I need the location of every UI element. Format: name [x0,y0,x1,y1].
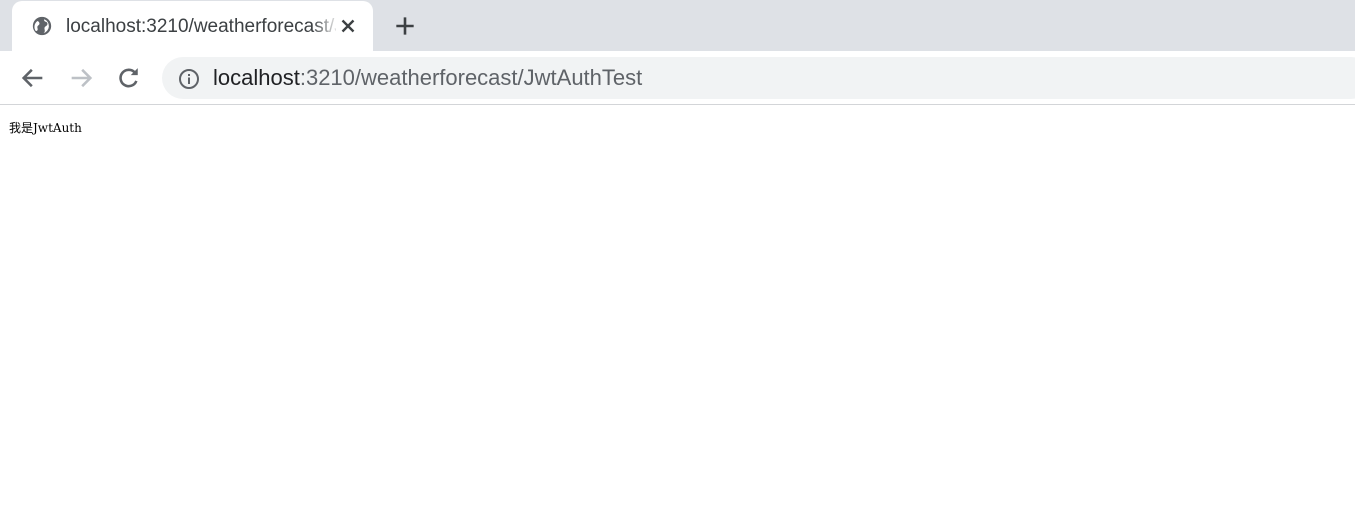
page-content: 我是JwtAuth [0,106,1355,509]
info-icon[interactable] [177,67,201,91]
address-bar[interactable]: localhost:3210/weatherforecast/JwtAuthTe… [162,57,1355,99]
browser-tab[interactable]: localhost:3210/weatherforecast/JwtAuthTe… [12,1,373,51]
tab-title: localhost:3210/weatherforecast/JwtAuthTe… [66,16,336,37]
tab-title-fade [312,13,340,41]
page-body-text: 我是JwtAuth [9,121,82,135]
plus-icon[interactable] [392,13,418,39]
url-host: localhost [213,65,300,90]
url-path: :3210/weatherforecast/JwtAuthTest [299,65,643,90]
globe-icon [32,16,52,36]
back-arrow-icon[interactable] [19,64,47,92]
reload-icon[interactable] [115,64,143,92]
url-text[interactable]: localhost:3210/weatherforecast/JwtAuthTe… [213,65,642,91]
tab-strip: localhost:3210/weatherforecast/JwtAuthTe… [0,0,1355,51]
forward-arrow-icon[interactable] [67,64,95,92]
close-icon[interactable] [337,15,359,37]
browser-toolbar: localhost:3210/weatherforecast/JwtAuthTe… [0,51,1355,105]
